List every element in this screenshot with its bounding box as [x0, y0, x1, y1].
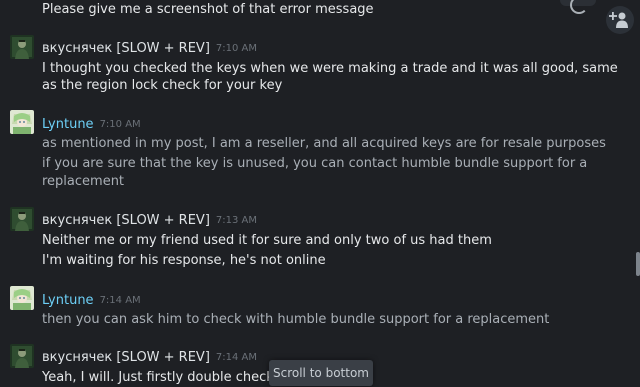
loading-spinner-icon	[570, 0, 588, 14]
message-text: Yeah, I will. Just firstly double check	[42, 370, 274, 385]
message-text: as mentioned in my post, I am a reseller…	[42, 136, 606, 151]
message-author-row: вкуснячек [SLOW + REV] 7:14 AM	[42, 347, 257, 365]
author-name[interactable]: вкуснячек [SLOW + REV]	[42, 350, 210, 365]
message-text: if you are sure that the key is unused, …	[42, 156, 588, 171]
message-timestamp: 7:14 AM	[215, 352, 258, 363]
message-text: I thought you checked the keys when we w…	[42, 61, 618, 76]
message-timestamp: 7:13 AM	[215, 215, 258, 226]
message-text: Neither me or my friend used it for sure…	[42, 233, 492, 248]
scrollbar-thumb[interactable]	[636, 252, 640, 276]
message-author-row: вкуснячек [SLOW + REV] 7:10 AM	[42, 38, 257, 56]
avatar[interactable]	[10, 207, 34, 231]
chat-history: Please give me a screenshot of that erro…	[0, 0, 640, 387]
message-text: then you can ask him to check with humbl…	[42, 312, 550, 327]
avatar[interactable]	[10, 344, 34, 368]
avatar[interactable]	[10, 35, 34, 59]
message-timestamp: 7:14 AM	[99, 295, 141, 306]
message-author-row: вкуснячек [SLOW + REV] 7:13 AM	[42, 210, 257, 228]
avatar[interactable]	[10, 286, 34, 310]
message-author-row: Lyntune 7:14 AM	[42, 290, 141, 308]
author-name[interactable]: Lyntune	[42, 293, 94, 308]
scroll-to-bottom-button[interactable]: Scroll to bottom	[269, 360, 373, 386]
author-name[interactable]: Lyntune	[42, 117, 94, 132]
message-text: as the region lock check for your key	[42, 78, 283, 93]
author-name[interactable]: вкуснячек [SLOW + REV]	[42, 213, 210, 228]
add-friend-icon[interactable]	[606, 6, 634, 34]
message-timestamp: 7:10 AM	[215, 43, 258, 54]
avatar[interactable]	[10, 110, 34, 134]
author-name[interactable]: вкуснячек [SLOW + REV]	[42, 41, 210, 56]
message-text: replacement	[42, 174, 125, 189]
message-author-row: Lyntune 7:10 AM	[42, 114, 141, 132]
message-timestamp: 7:10 AM	[99, 119, 141, 130]
chat-header-controls	[550, 0, 640, 40]
message-text: I'm waiting for his response, he's not o…	[42, 253, 326, 268]
message-text: Please give me a screenshot of that erro…	[42, 2, 374, 17]
